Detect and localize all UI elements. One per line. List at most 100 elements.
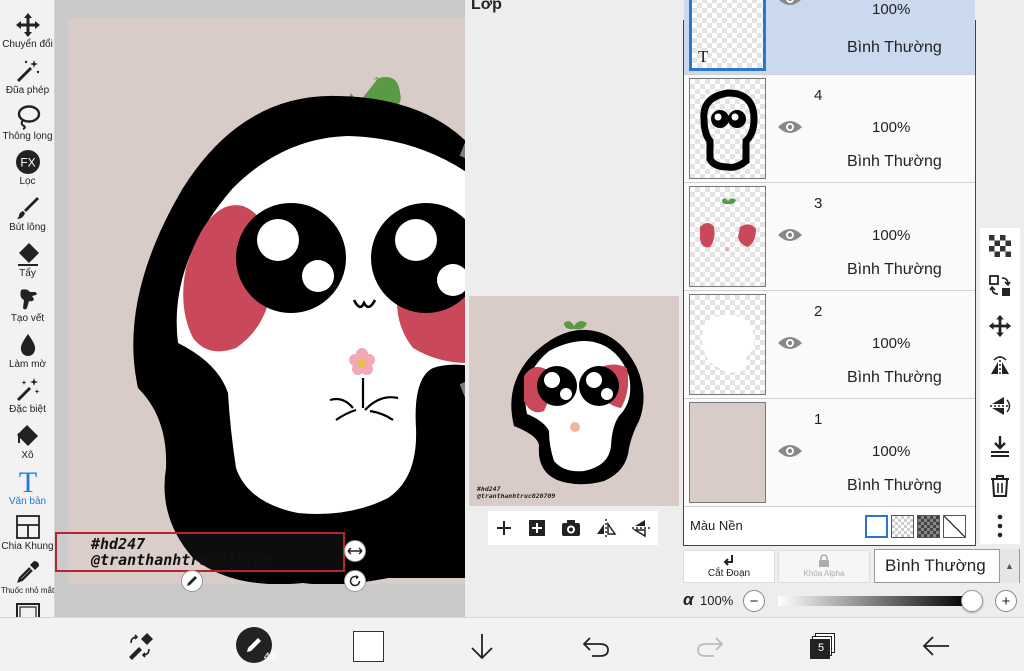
more-options-button[interactable] — [986, 512, 1014, 540]
bg-swatch-checker-light[interactable] — [891, 515, 914, 538]
layer-side-toolbar — [980, 228, 1020, 544]
flip-layer-horizontal-button[interactable] — [986, 352, 1014, 380]
checkerboard-icon — [989, 235, 1011, 257]
blush-thumb-art — [700, 198, 756, 251]
tool-label: Đũa phép — [5, 85, 50, 96]
pencil-icon — [247, 638, 261, 652]
flip-vertical-icon[interactable] — [630, 518, 652, 538]
clipping-label: Cắt Đoạn — [707, 568, 751, 579]
quick-tools-button[interactable] — [122, 628, 158, 664]
blend-mode-value: Bình Thường — [885, 556, 986, 575]
camera-icon[interactable] — [560, 518, 582, 538]
current-color-swatch — [352, 630, 384, 662]
back-button[interactable] — [918, 628, 954, 664]
undo-icon — [582, 637, 609, 657]
drawing-canvas[interactable] — [56, 0, 465, 617]
flip-layer-vertical-button[interactable] — [986, 392, 1014, 420]
layer-number: 3 — [814, 195, 823, 212]
frame-divider-icon — [15, 515, 40, 539]
layer-thumbnail: T — [689, 0, 766, 71]
redo-button[interactable] — [692, 628, 728, 664]
opacity-decrease-button[interactable]: − — [743, 590, 765, 612]
layer-row-1[interactable]: 1 100% Bình Thường — [684, 399, 975, 507]
layer-blend-mode: Bình Thường — [847, 39, 942, 56]
tool-frame-divider[interactable]: Chia Khung — [0, 514, 55, 560]
cat-artwork — [133, 76, 465, 585]
text-rotate-handle[interactable] — [344, 570, 366, 592]
flip-horizontal-icon[interactable] — [595, 518, 617, 538]
undo-button[interactable] — [578, 628, 614, 664]
tool-special[interactable]: Đặc biệt — [0, 377, 55, 423]
flip-horizontal-icon — [991, 356, 1009, 376]
tool-brush[interactable]: Bút lông — [0, 195, 55, 241]
text-resize-handle[interactable] — [344, 540, 366, 562]
layer-blend-mode: Bình Thường — [847, 369, 942, 386]
bg-swatch-none[interactable] — [943, 515, 966, 538]
pencil-icon — [187, 576, 197, 586]
opacity-increase-button[interactable]: + — [995, 590, 1017, 612]
layer-preview: #hd247 @tranthanhtruc020709 — [469, 296, 679, 506]
alpha-lock-button[interactable]: Khóa Alpha — [778, 550, 870, 583]
transparency-button[interactable] — [986, 232, 1014, 260]
tool-label: Lọc — [19, 176, 36, 187]
outline-thumb-art — [700, 89, 758, 171]
move-arrows-icon — [15, 13, 40, 37]
layer-opacity: 100% — [872, 335, 911, 352]
tool-smudge[interactable]: Tạo vết — [0, 286, 55, 332]
eye-visibility-icon[interactable] — [777, 119, 803, 135]
layer-row-2[interactable]: 2 100% Bình Thường — [684, 291, 975, 399]
tool-lasso[interactable]: Thông lọng — [0, 104, 55, 150]
opacity-slider[interactable] — [778, 596, 968, 606]
delete-layer-button[interactable] — [986, 472, 1014, 500]
swap-layers-icon — [989, 275, 1011, 296]
layer-list[interactable]: T 100% Bình Thường 4 100% Bình Thường 3 … — [683, 0, 976, 546]
layer-blend-mode: Bình Thường — [847, 261, 942, 278]
text-box-selection[interactable]: #hd247 @tranthanhtruc020709 — [55, 532, 345, 572]
layer-opacity: 100% — [872, 119, 911, 136]
bg-swatch-white[interactable] — [865, 515, 888, 538]
magic-wand-icon — [16, 60, 39, 83]
layer-swap-button[interactable] — [986, 272, 1014, 300]
tool-filter[interactable]: FX Lọc — [0, 149, 55, 195]
layer-row-3[interactable]: 3 100% Bình Thường — [684, 183, 975, 291]
move-layer-button[interactable] — [986, 312, 1014, 340]
preview-caption: #hd247 @tranthanhtruc020709 — [477, 486, 555, 500]
eye-visibility-icon[interactable] — [777, 0, 803, 7]
tool-label: Tạo vết — [10, 313, 45, 324]
brush-size-button[interactable]: 44 — [236, 627, 276, 663]
tool-eraser[interactable]: Tẩy — [0, 241, 55, 287]
color-button[interactable] — [350, 628, 386, 664]
text-tool-glyph: T — [18, 467, 36, 495]
layer-actions-bar — [488, 511, 658, 545]
download-button[interactable] — [464, 628, 500, 664]
tool-transform[interactable]: Chuyển đổi — [0, 12, 55, 58]
tool-eyedropper[interactable]: Thuốc nhỏ mắt — [0, 559, 55, 605]
eye-visibility-icon[interactable] — [777, 227, 803, 243]
eye-visibility-icon[interactable] — [777, 335, 803, 351]
tool-label: Thông lọng — [2, 131, 53, 142]
clipping-button[interactable]: Cắt Đoạn — [683, 550, 775, 583]
opacity-value: 100% — [700, 593, 734, 608]
tool-text[interactable]: T Văn bản — [0, 467, 55, 513]
add-layer-icon[interactable] — [494, 518, 514, 538]
bg-swatch-checker-dark[interactable] — [917, 515, 940, 538]
artboard[interactable] — [68, 18, 465, 585]
merge-down-button[interactable] — [986, 432, 1014, 460]
layer-opacity: 100% — [872, 443, 911, 460]
layer-count: 5 — [818, 642, 825, 654]
layer-row-text[interactable]: T 100% Bình Thường — [684, 0, 975, 75]
layers-panel: Lớp #hd247 @tranthanhtruc020709 T 100% B… — [465, 0, 1024, 617]
text-edit-handle[interactable] — [181, 570, 203, 592]
eye-visibility-icon[interactable] — [777, 443, 803, 459]
tool-bucket[interactable]: Xô — [0, 423, 55, 469]
layer-row-4[interactable]: 4 100% Bình Thường — [684, 75, 975, 183]
opacity-slider-thumb[interactable] — [961, 590, 983, 612]
tool-canvas[interactable] — [0, 603, 55, 627]
tool-magic-wand[interactable]: Đũa phép — [0, 58, 55, 104]
add-raster-layer-icon[interactable] — [527, 518, 547, 538]
brush-icon — [16, 197, 39, 219]
layers-button[interactable]: 5 — [805, 628, 841, 664]
blend-mode-select[interactable]: Bình Thường ▲ — [874, 549, 1020, 583]
smudge-icon — [19, 289, 37, 310]
tool-blur[interactable]: Làm mờ — [0, 332, 55, 378]
